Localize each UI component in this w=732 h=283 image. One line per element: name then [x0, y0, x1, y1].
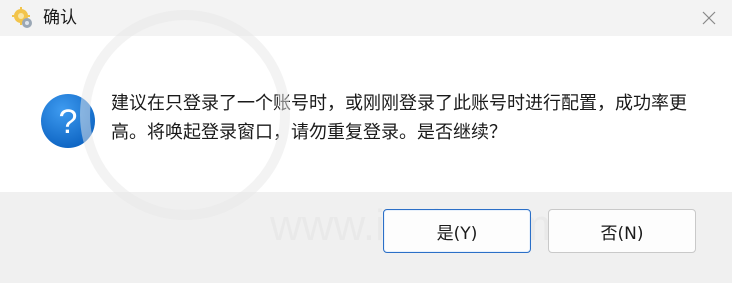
close-button[interactable] — [686, 0, 732, 36]
message-text: 建议在只登录了一个账号时，或刚刚登录了此账号时进行配置，成功率更高。将唤起登录窗… — [111, 93, 687, 143]
question-glyph: ? — [59, 103, 78, 141]
close-icon — [702, 11, 716, 25]
settings-app-icon — [12, 7, 32, 28]
no-button-label: 否(N) — [600, 223, 644, 244]
yes-button[interactable]: 是(Y) — [383, 209, 531, 253]
yes-button-label: 是(Y) — [436, 223, 478, 244]
question-icon: ? — [41, 94, 95, 148]
no-button[interactable]: 否(N) — [548, 209, 696, 253]
window-title: 确认 — [43, 8, 77, 28]
title-bar: 确认 — [0, 0, 732, 36]
confirm-dialog: 确认 ? 建议在只登录了一个账号时，或刚刚登录了此账号时进行配置，成功率更高。将… — [0, 0, 732, 283]
message-area: ? 建议在只登录了一个账号时，或刚刚登录了此账号时进行配置，成功率更高。将唤起登… — [0, 36, 732, 192]
